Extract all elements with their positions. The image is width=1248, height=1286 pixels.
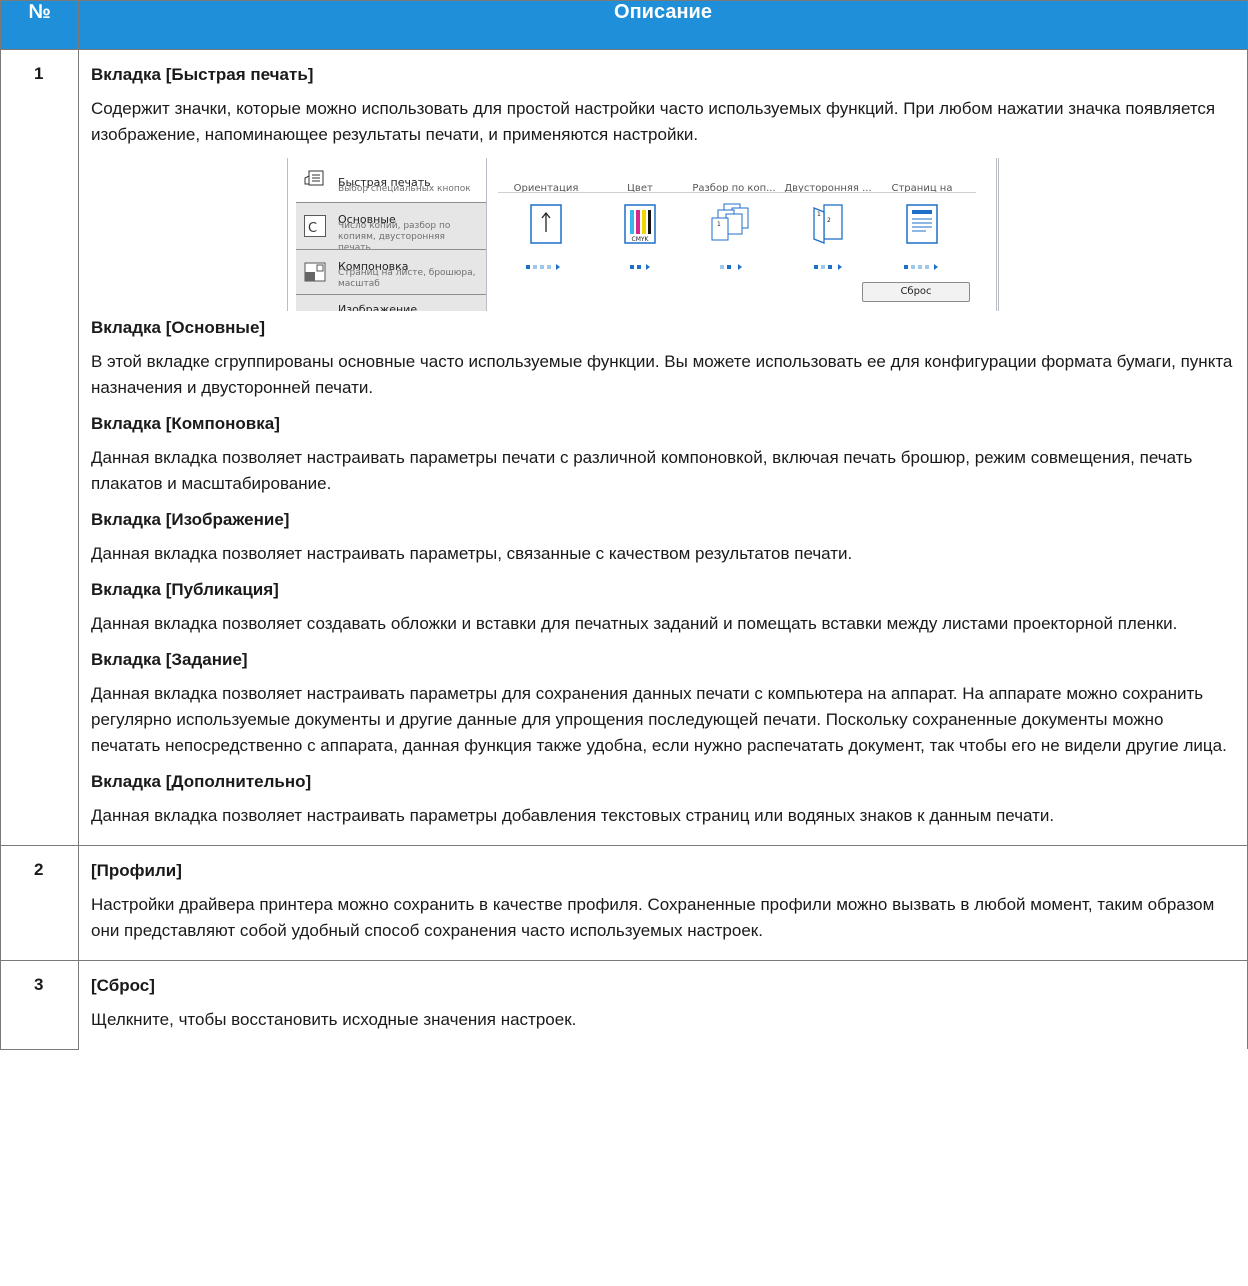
screenshot-tab-list: Быстрая печать Выбор специальных кнопок …: [296, 158, 486, 311]
section-text: Данная вкладка позволяет настраивать пар…: [91, 806, 1055, 825]
pages-per-sheet-icon[interactable]: [904, 202, 940, 246]
row-description: Вкладка [Быстрая печать] Содержит значки…: [78, 49, 1248, 846]
row-number: 1: [0, 49, 79, 846]
description-table: № Описание 1 Вкладка [Быстрая печать] Со…: [0, 0, 1248, 1050]
screenshot-divider: [486, 158, 487, 311]
section-text: Данная вкладка позволяет создавать облож…: [91, 614, 1178, 633]
screenshot-header-line: [498, 192, 976, 193]
screenshot-tab-subtitle: Выбор специальных кнопок: [338, 184, 471, 194]
color-pager-icon: [630, 252, 654, 270]
collate-icon[interactable]: 1: [708, 202, 752, 246]
orientation-pager-icon: [526, 252, 566, 270]
layout-tab-icon: [304, 262, 326, 290]
section-title: Вкладка [Задание]: [91, 650, 248, 669]
screenshot-tab-title: Изображение: [338, 303, 418, 311]
section-title: Вкладка [Изображение]: [91, 510, 290, 529]
section-text: Данная вкладка позволяет настраивать пар…: [91, 684, 1227, 755]
column-header-description: Описание: [78, 0, 1248, 50]
pages-per-sheet-pager-icon: [904, 252, 944, 270]
basic-tab-icon: C: [304, 215, 326, 237]
row-number: 3: [0, 960, 79, 1050]
svg-text:1: 1: [817, 211, 821, 218]
column-color-label: Цвет: [627, 183, 653, 194]
section-title: [Профили]: [91, 861, 182, 880]
table-row: 3 [Сброс] Щелкните, чтобы восстановить и…: [0, 960, 1248, 1050]
color-cmyk-icon[interactable]: CMYK: [622, 202, 658, 246]
orientation-icon[interactable]: [528, 202, 564, 246]
svg-text:CMYK: CMYK: [632, 236, 650, 243]
column-collate-label: Разбор по коп...: [692, 183, 776, 194]
section-title: Вкладка [Быстрая печать]: [91, 65, 314, 84]
collate-pager-icon: [720, 252, 750, 270]
duplex-pager-icon: [814, 252, 848, 270]
section-text: Содержит значки, которые можно использов…: [91, 99, 1216, 144]
row-description: [Профили] Настройки драйвера принтера мо…: [78, 845, 1248, 961]
row-number: 2: [0, 845, 79, 961]
svg-text:2: 2: [827, 217, 831, 224]
section-title: Вкладка [Основные]: [91, 318, 266, 337]
duplex-icon[interactable]: 12: [810, 202, 846, 246]
column-orientation-label: Ориентация: [513, 183, 579, 194]
section-text: Данная вкладка позволяет настраивать пар…: [91, 544, 853, 563]
reset-button[interactable]: Сброс: [862, 282, 970, 302]
section-title: Вкладка [Компоновка]: [91, 414, 280, 433]
section-title: Вкладка [Публикация]: [91, 580, 279, 599]
section-title: Вкладка [Дополнительно]: [91, 772, 312, 791]
screenshot-tab-image: Изображение: [296, 294, 486, 311]
table-row: 1 Вкладка [Быстрая печать] Содержит знач…: [0, 49, 1248, 846]
row-description: [Сброс] Щелкните, чтобы восстановить исх…: [78, 960, 1248, 1049]
driver-screenshot: Быстрая печать Выбор специальных кнопок …: [287, 158, 999, 311]
section-text: Данная вкладка позволяет настраивать пар…: [91, 448, 1193, 493]
screenshot-tab-subtitle: Страниц на листе, брошюра, масштаб: [338, 268, 476, 289]
section-text: Настройки драйвера принтера можно сохран…: [91, 895, 1215, 940]
column-header-number: №: [0, 0, 79, 50]
screenshot-tab-layout: Компоновка Страниц на листе, брошюра, ма…: [296, 249, 486, 295]
column-duplex-label: Двусторонняя ...: [784, 183, 872, 194]
table-row: 2 [Профили] Настройки драйвера принтера …: [0, 845, 1248, 961]
section-text: Щелкните, чтобы восстановить исходные зн…: [91, 1010, 577, 1029]
svg-text:1: 1: [717, 221, 721, 228]
section-title: [Сброс]: [91, 976, 155, 995]
screenshot-tab-basic: C Основные Число копий, разбор по копиям…: [296, 202, 486, 253]
quick-print-icon: [304, 170, 326, 198]
section-text: В этой вкладке сгруппированы основные ча…: [91, 352, 1233, 397]
table-header-row: № Описание: [0, 0, 1248, 50]
screenshot-tab-quick-print: Быстрая печать Выбор специальных кнопок: [296, 158, 486, 203]
